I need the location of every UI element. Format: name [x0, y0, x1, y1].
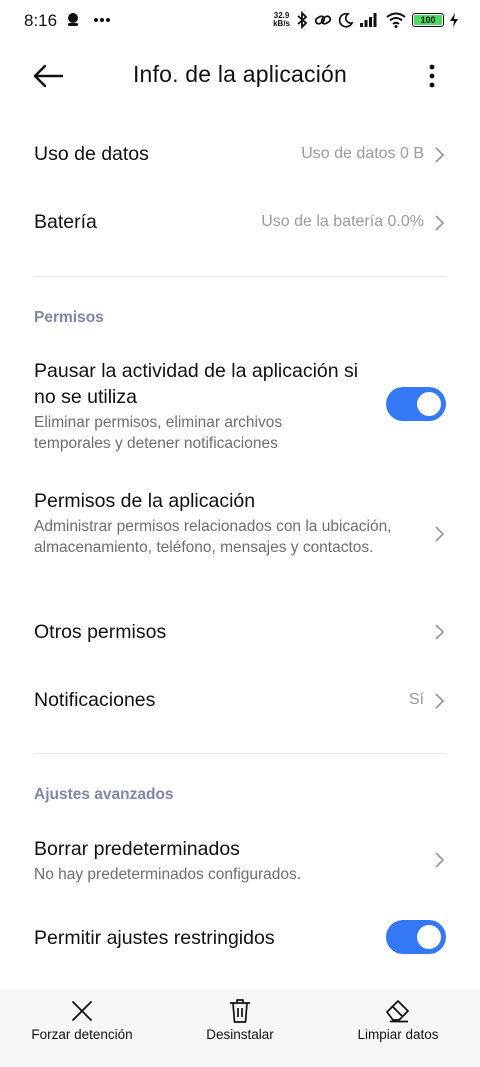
- chevron-right-icon: [435, 852, 445, 868]
- clear-defaults-row[interactable]: Borrar predeterminados No hay predetermi…: [34, 836, 446, 888]
- chevron-right-icon: [435, 693, 445, 709]
- restricted-settings-row[interactable]: Permitir ajustes restringidos: [34, 925, 446, 955]
- bottom-action-bar: Forzar detención Desinstalar Limpiar dat…: [0, 989, 480, 1067]
- link-icon: [314, 15, 332, 25]
- chevron-right-icon: [435, 147, 445, 163]
- restricted-settings-title: Permitir ajustes restringidos: [34, 927, 275, 949]
- force-stop-label: Forzar detención: [31, 1027, 133, 1042]
- force-stop-button[interactable]: Forzar detención: [2, 989, 162, 1067]
- notifications-value: Sí: [408, 691, 424, 708]
- app-bar: Info. de la aplicación: [0, 44, 480, 108]
- bluetooth-icon: [297, 11, 308, 29]
- close-icon: [72, 1001, 92, 1021]
- status-bar: 8:16 32.9 kB/s 100: [0, 0, 480, 44]
- divider: [34, 276, 446, 277]
- clear-defaults-subtitle: No hay predeterminados configurados.: [34, 866, 302, 883]
- app-permissions-title: Permisos de la aplicación: [34, 490, 256, 512]
- eraser-icon: [386, 1000, 409, 1023]
- notifications-row[interactable]: Notificaciones Sí: [34, 687, 446, 717]
- notifications-title: Notificaciones: [34, 689, 156, 711]
- pause-activity-toggle[interactable]: [386, 387, 446, 421]
- moon-icon: [338, 12, 354, 28]
- pause-activity-subtitle: Eliminar permisos, eliminar archivos tem…: [34, 414, 283, 452]
- page-title: Info. de la aplicación: [132, 61, 348, 87]
- chevron-right-icon: [435, 624, 445, 640]
- other-permissions-title: Otros permisos: [34, 621, 167, 643]
- uninstall-button[interactable]: Desinstalar: [160, 989, 320, 1067]
- wifi-icon: [386, 12, 406, 28]
- data-usage-value: Uso de datos 0 B: [301, 145, 424, 162]
- signal-icon: [360, 13, 377, 27]
- clear-data-label: Limpiar datos: [357, 1027, 439, 1042]
- section-header-permissions: Permisos: [34, 309, 104, 326]
- uninstall-label: Desinstalar: [206, 1027, 274, 1042]
- clear-defaults-title: Borrar predeterminados: [34, 838, 240, 860]
- network-speed: 32.9 kB/s: [273, 11, 290, 28]
- data-usage-row[interactable]: Uso de datos Uso de datos 0 B: [34, 141, 446, 171]
- more-vertical-icon[interactable]: [416, 60, 448, 92]
- battery-row[interactable]: Batería Uso de la batería 0.0%: [34, 209, 446, 239]
- status-time: 8:16: [24, 11, 58, 30]
- section-header-advanced: Ajustes avanzados: [34, 786, 174, 803]
- more-notifications-icon: [94, 18, 110, 22]
- chevron-right-icon: [435, 526, 445, 542]
- trash-icon: [230, 999, 250, 1023]
- restricted-settings-toggle[interactable]: [386, 920, 446, 954]
- app-permissions-subtitle: Administrar permisos relacionados con la…: [34, 518, 392, 556]
- other-permissions-row[interactable]: Otros permisos: [34, 619, 446, 649]
- notification-avatar-icon: [68, 13, 78, 26]
- pause-activity-row[interactable]: Pausar la actividad de la aplicación si …: [34, 358, 446, 454]
- battery-value: Uso de la batería 0.0%: [261, 213, 424, 230]
- divider: [34, 753, 446, 754]
- app-permissions-row[interactable]: Permisos de la aplicación Administrar pe…: [34, 488, 446, 584]
- chevron-right-icon: [435, 215, 445, 231]
- battery-indicator: 100: [412, 13, 444, 27]
- charging-icon: [450, 13, 458, 27]
- pause-activity-title: Pausar la actividad de la aplicación si …: [34, 360, 359, 408]
- clear-data-button[interactable]: Limpiar datos: [318, 989, 478, 1067]
